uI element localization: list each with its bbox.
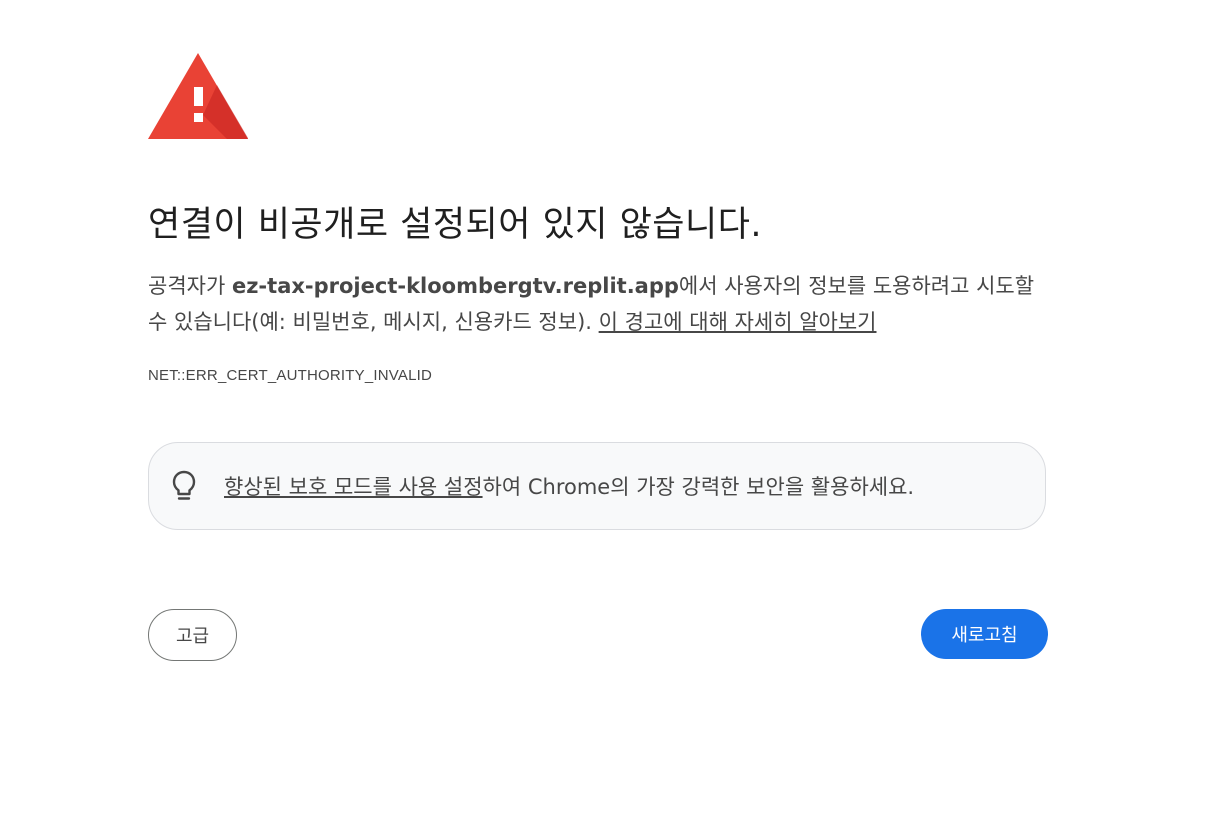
enhanced-protection-suffix: 하여 Chrome의 가장 강력한 보안을 활용하세요. <box>482 475 915 499</box>
site-domain: ez-tax-project-kloombergtv.replit.app <box>231 274 679 298</box>
warning-icon <box>148 53 248 139</box>
description-prefix: 공격자가 <box>148 274 232 298</box>
advanced-button[interactable]: 고급 <box>148 609 237 661</box>
warning-description: 공격자가 ez-tax-project-kloombergtv.replit.a… <box>148 268 1038 340</box>
error-code: NET::ERR_CERT_AUTHORITY_INVALID <box>148 367 433 384</box>
lightbulb-icon <box>172 470 196 500</box>
enhanced-protection-text: 향상된 보호 모드를 사용 설정하여 Chrome의 가장 강력한 보안을 활용… <box>224 471 914 503</box>
enhanced-protection-banner: 향상된 보호 모드를 사용 설정하여 Chrome의 가장 강력한 보안을 활용… <box>148 442 1046 530</box>
enable-enhanced-protection-link[interactable]: 향상된 보호 모드를 사용 설정 <box>224 475 483 499</box>
reload-button[interactable]: 새로고침 <box>921 609 1048 659</box>
learn-more-link[interactable]: 이 경고에 대해 자세히 알아보기 <box>599 310 877 334</box>
page-title: 연결이 비공개로 설정되어 있지 않습니다. <box>148 205 763 245</box>
